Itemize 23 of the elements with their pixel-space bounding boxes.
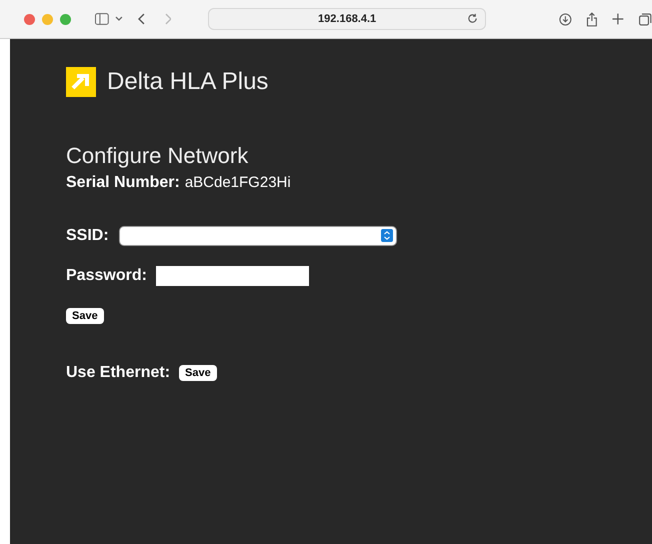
serial-label: Serial Number: — [66, 174, 180, 192]
password-field[interactable] — [156, 266, 309, 286]
password-label: Password: — [66, 267, 147, 285]
ssid-select[interactable] — [118, 226, 397, 246]
tabs-icon[interactable] — [639, 12, 652, 26]
share-icon[interactable] — [586, 12, 598, 26]
download-icon[interactable] — [558, 12, 572, 26]
app-title: Delta HLA Plus — [107, 68, 268, 96]
back-icon[interactable] — [138, 13, 146, 25]
plus-icon[interactable] — [612, 13, 624, 25]
page-heading: Configure Network — [66, 143, 250, 169]
address-bar[interactable]: 192.168.4.1 — [208, 8, 486, 30]
reload-icon[interactable] — [466, 13, 478, 24]
ssid-label: SSID: — [66, 227, 109, 245]
serial-number: aBCde1FG23Hi — [184, 174, 291, 192]
save-button[interactable]: Save — [66, 308, 104, 324]
logo-icon — [66, 67, 96, 97]
close-button[interactable] — [24, 14, 35, 24]
save-button[interactable]: Save — [179, 365, 217, 381]
ethernet-label: Use Ethernet: — [66, 364, 170, 382]
chevron-down-icon[interactable] — [114, 16, 123, 22]
stepper-icon — [380, 229, 393, 242]
sidebar-icon[interactable] — [95, 13, 109, 25]
